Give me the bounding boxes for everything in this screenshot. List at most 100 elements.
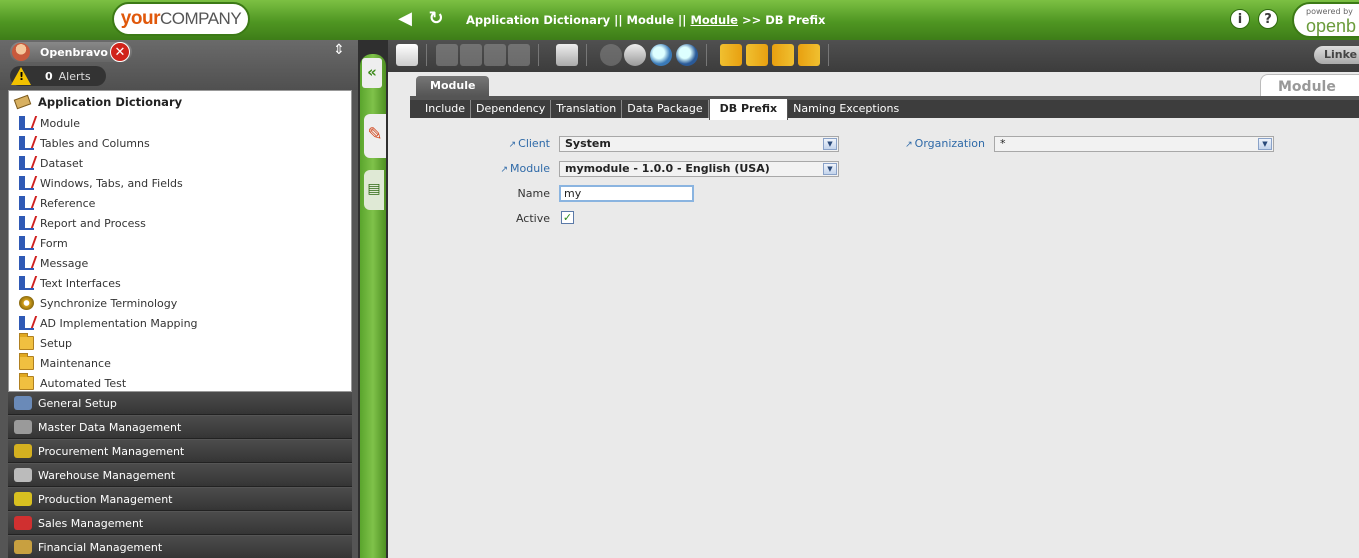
toolbar-separator [538, 44, 539, 66]
logo-your: your [120, 8, 161, 29]
menu-item[interactable]: Text Interfaces [9, 273, 351, 293]
attachment-icon[interactable] [624, 44, 646, 66]
client-select-value: System [565, 137, 611, 150]
alerts-badge[interactable]: 0 Alerts [10, 66, 106, 86]
menu-item-label: Report and Process [40, 216, 146, 230]
collapse-menu-button[interactable]: « [362, 58, 382, 88]
menu-section[interactable]: Warehouse Management [8, 464, 352, 487]
menu-item[interactable]: Report and Process [9, 213, 351, 233]
delete-trash-icon[interactable] [556, 44, 578, 66]
user-badge[interactable]: Openbravo ✕ [10, 42, 132, 62]
process-icon [19, 296, 34, 310]
menu-section-label: Procurement Management [38, 444, 185, 458]
menu-folder-application-dictionary[interactable]: Application Dictionary [9, 91, 351, 113]
module-select[interactable]: mymodule - 1.0.0 - English (USA) ▼ [559, 161, 839, 177]
subtab[interactable]: Data Package [622, 100, 709, 118]
grid-view-icon[interactable]: ▤ [364, 170, 384, 210]
new-record-icon[interactable] [396, 44, 418, 66]
menu-section[interactable]: Production Management [8, 488, 352, 511]
chevron-down-icon[interactable]: ▼ [823, 163, 837, 175]
menu-item[interactable]: Form [9, 233, 351, 253]
subtab[interactable]: Translation [551, 100, 623, 118]
window-icon [19, 276, 34, 290]
active-checkbox[interactable]: ✓ [561, 211, 574, 224]
tab-module-header[interactable]: Module [416, 76, 490, 96]
menu-section[interactable]: Procurement Management [8, 440, 352, 463]
book-icon [13, 94, 32, 110]
save-new-icon[interactable] [460, 44, 482, 66]
folder-icon [19, 333, 34, 350]
menu-item[interactable]: Tables and Columns [9, 133, 351, 153]
previous-record-icon[interactable] [746, 44, 768, 66]
module-label[interactable]: Module [410, 162, 550, 175]
next-record-icon[interactable] [772, 44, 794, 66]
menu-item-label: Automated Test [40, 376, 127, 390]
alerts-label: Alerts [58, 69, 91, 83]
menu-item-label: Module [40, 116, 80, 130]
search-icon[interactable] [650, 44, 672, 66]
powered-by-logo[interactable]: powered by openb [1292, 2, 1359, 38]
menu-section-label: Financial Management [38, 540, 163, 554]
undo-icon[interactable] [600, 44, 622, 66]
menu-item[interactable]: Windows, Tabs, and Fields [9, 173, 351, 193]
refresh-icon[interactable]: ↻ [425, 9, 447, 31]
subtab[interactable]: Include [420, 100, 472, 118]
menu-item[interactable]: Reference [9, 193, 351, 213]
client-select[interactable]: System ▼ [559, 136, 839, 152]
advanced-search-icon[interactable] [676, 44, 698, 66]
breadcrumb-link-module[interactable]: Module [690, 13, 738, 27]
menu-section[interactable]: General Setup [8, 392, 352, 415]
chevron-down-icon[interactable]: ▼ [823, 138, 837, 150]
menu-section[interactable]: Sales Management [8, 512, 352, 535]
section-icon [14, 468, 32, 482]
save-icon[interactable] [484, 44, 506, 66]
logout-close-icon[interactable]: ✕ [110, 42, 130, 62]
menu-section-label: Master Data Management [38, 420, 182, 434]
tab-area: Module Module Include Dependency Translati… [388, 72, 1359, 558]
organization-select-value: * [1000, 137, 1006, 150]
organization-select[interactable]: * ▼ [994, 136, 1274, 152]
info-icon[interactable]: i [1230, 9, 1250, 29]
back-arrow-icon[interactable]: ◀︎ [394, 9, 416, 31]
menu-section[interactable]: Financial Management [8, 536, 352, 558]
help-icon[interactable]: ? [1258, 9, 1278, 29]
chevron-down-icon[interactable]: ▼ [1258, 138, 1272, 150]
menu-item[interactable]: AD Implementation Mapping [9, 313, 351, 333]
collapse-all-icon[interactable]: ⇕ [330, 42, 348, 62]
menu-item[interactable]: Message [9, 253, 351, 273]
linked-items-button[interactable]: Linke [1314, 46, 1359, 64]
active-label: Active [515, 212, 550, 225]
nav-buttons: ◀︎ ↻ [394, 9, 447, 31]
menu-item[interactable]: Synchronize Terminology [9, 293, 351, 313]
section-icon [14, 444, 32, 458]
last-record-icon[interactable] [798, 44, 820, 66]
toolbar-separator [828, 44, 829, 66]
menu-item-label: Synchronize Terminology [40, 296, 178, 310]
first-record-icon[interactable] [720, 44, 742, 66]
save-close-icon[interactable] [508, 44, 530, 66]
window-icon [19, 316, 34, 330]
menu-item[interactable]: Automated Test [9, 373, 351, 393]
menu-section[interactable]: Master Data Management [8, 416, 352, 439]
menu-item[interactable]: Dataset [9, 153, 351, 173]
menu-item[interactable]: Module [9, 113, 351, 133]
menu-item[interactable]: Setup [9, 333, 351, 353]
window-title-module: Module [1260, 74, 1359, 98]
user-name: Openbravo [40, 45, 108, 59]
client-label[interactable]: Client [410, 137, 550, 150]
menu-section-label: Production Management [38, 492, 173, 506]
edit-view-pencil-icon[interactable]: ✎ [364, 114, 386, 158]
company-logo[interactable]: yourCOMPANY [112, 2, 250, 36]
name-input[interactable]: my [559, 185, 694, 202]
organization-label[interactable]: Organization [845, 137, 985, 150]
subtab[interactable]: Dependency [471, 100, 552, 118]
subtab[interactable]: Naming Exceptions [788, 100, 904, 118]
user-avatar-icon [12, 43, 30, 61]
menu-item-label: AD Implementation Mapping [40, 316, 198, 330]
subtab[interactable]: DB Prefix [708, 98, 789, 120]
copy-record-icon[interactable] [436, 44, 458, 66]
window-icon [19, 216, 34, 230]
toolbar: Linke [388, 40, 1359, 72]
menu-item-label: Text Interfaces [40, 276, 121, 290]
menu-item[interactable]: Maintenance [9, 353, 351, 373]
